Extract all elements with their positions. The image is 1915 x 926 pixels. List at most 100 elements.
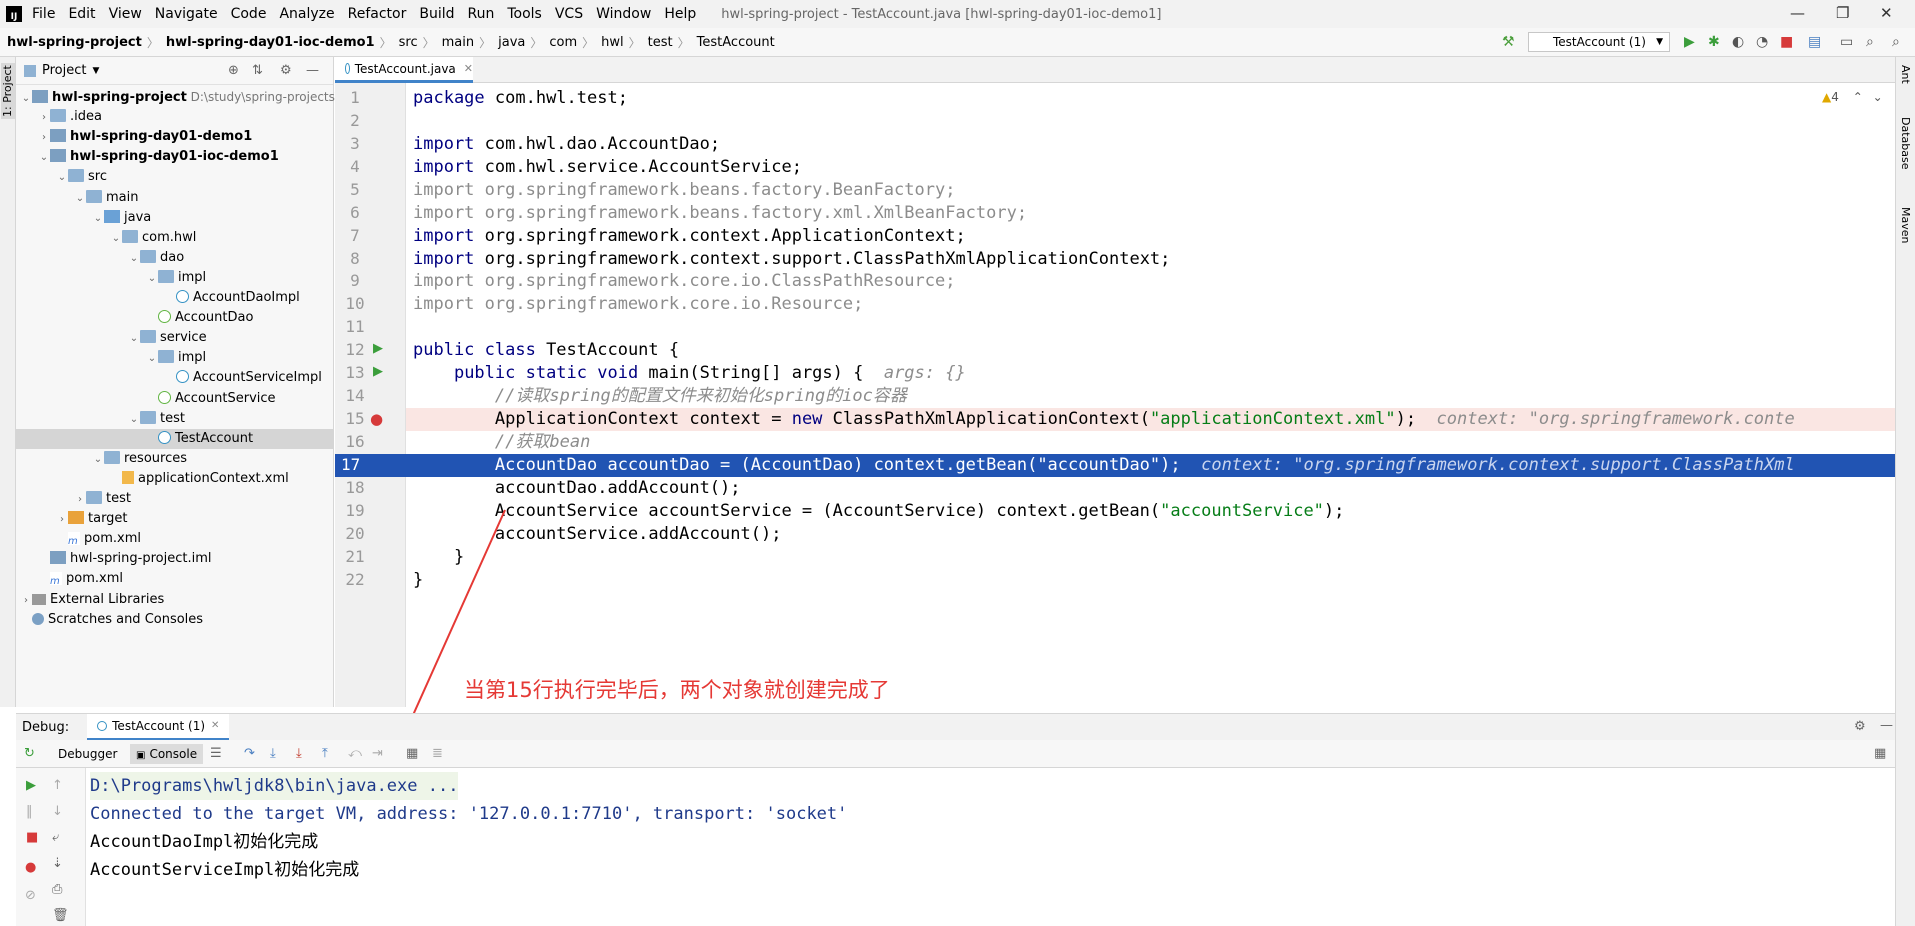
run-config-select[interactable]: TestAccount (1) ▼ [1528, 32, 1670, 52]
code-line[interactable]: import org.springframework.core.io.Resou… [406, 293, 1895, 316]
layout-icon[interactable]: ▦ [1874, 746, 1886, 761]
profile-icon[interactable]: ◔ [1756, 34, 1768, 50]
project-structure-icon[interactable]: ▤ [1808, 34, 1821, 50]
code-line[interactable]: import org.springframework.beans.factory… [406, 179, 1895, 202]
tree-item[interactable]: AccountServiceImpl [16, 368, 334, 388]
code-line[interactable]: accountDao.addAccount(); [406, 477, 1895, 500]
console-output[interactable]: D:\Programs\hwljdk8\bin\java.exe ... Conn… [86, 768, 1895, 926]
menu-item-analyze[interactable]: Analyze [279, 6, 334, 22]
evaluate-icon[interactable]: ▦ [406, 746, 418, 761]
layout-icon[interactable]: ▭ [1840, 34, 1853, 50]
menu-item-code[interactable]: Code [231, 6, 267, 22]
tree-item[interactable]: ⌄ dao [16, 248, 334, 268]
step-out-icon[interactable]: ⤒ [322, 746, 328, 761]
code-line[interactable]: AccountDao accountDao = (AccountDao) con… [406, 453, 1895, 477]
search-everywhere-icon[interactable]: ⌕ [1892, 34, 1900, 50]
breadcrumb-item[interactable]: com [542, 35, 577, 50]
tree-item[interactable]: TestAccount [16, 428, 334, 449]
stop-icon[interactable]: ■ [1780, 34, 1793, 50]
tab-testaccount-java[interactable]: TestAccount.java ✕ [335, 57, 473, 83]
force-step-into-icon[interactable]: ⤓ [296, 746, 302, 761]
run-icon[interactable]: ▶ [1684, 34, 1695, 50]
minimize-icon[interactable]: — [1790, 4, 1805, 22]
tree-item[interactable]: ⌄ resources [16, 449, 334, 469]
tree-item[interactable]: m pom.xml [16, 569, 334, 589]
database-tool-button[interactable]: Database [1899, 117, 1912, 170]
print-icon[interactable]: ⎙ [52, 882, 62, 897]
code-line[interactable]: import com.hwl.dao.AccountDao; [406, 133, 1895, 156]
tree-item[interactable]: ⌄ hwl-spring-project D:\study\spring-proj… [16, 87, 347, 109]
menu-item-refactor[interactable]: Refactor [348, 6, 407, 22]
code-editor[interactable]: package com.hwl.test; import com.hwl.dao.… [406, 83, 1895, 707]
tree-item[interactable]: hwl-spring-project.iml [16, 549, 334, 569]
chevron-down-icon[interactable]: ⌄ [146, 269, 158, 289]
breadcrumb-item[interactable]: src [392, 35, 418, 50]
drop-frame-icon[interactable]: ⤺ [348, 746, 362, 761]
breadcrumb-item[interactable]: TestAccount [690, 35, 775, 50]
locate-icon[interactable]: ⊕ [228, 63, 239, 78]
breadcrumb-item[interactable]: java [491, 35, 525, 50]
up-icon[interactable]: ↑ [52, 778, 63, 793]
code-line[interactable]: import org.springframework.context.suppo… [406, 248, 1895, 271]
chevron-right-icon[interactable]: › [38, 108, 50, 128]
run-to-cursor-icon[interactable]: ⇥ [372, 746, 383, 761]
menu-item-vcs[interactable]: VCS [555, 6, 583, 22]
chevron-down-icon[interactable]: ⌄ [146, 349, 158, 369]
menu-item-edit[interactable]: Edit [68, 6, 95, 22]
debug-icon[interactable]: ✱ [1708, 34, 1720, 50]
tree-item[interactable]: AccountService [16, 389, 334, 409]
breadcrumb-item[interactable]: hwl-spring-project [0, 35, 142, 50]
chevron-right-icon[interactable]: › [56, 510, 68, 530]
stop-icon[interactable]: ■ [26, 830, 38, 845]
trace-icon[interactable]: ≣ [432, 746, 443, 761]
tree-item[interactable]: ⌄ impl [16, 348, 334, 368]
maximize-icon[interactable]: ❐ [1836, 4, 1849, 22]
clear-icon[interactable]: 🗑 [52, 908, 69, 923]
menu-item-tools[interactable]: Tools [507, 6, 542, 22]
menu-item-file[interactable]: File [32, 6, 55, 22]
step-into-icon[interactable]: ⤓ [270, 746, 276, 761]
code-line[interactable]: //读取spring的配置文件来初始化spring的ioc容器 [406, 385, 1895, 408]
tab-debugger[interactable]: Debugger [52, 744, 123, 764]
chevron-down-icon[interactable]: ⌄ [92, 450, 104, 470]
chevron-down-icon[interactable]: ⌄ [56, 168, 68, 188]
run-gutter-icon[interactable]: ▶ [373, 341, 383, 356]
tree-item[interactable]: AccountDao [16, 308, 334, 328]
project-panel-title[interactable]: Project [42, 63, 86, 78]
resume-icon[interactable]: ▶ [26, 778, 36, 793]
pause-icon[interactable]: ‖ [26, 804, 33, 819]
menu-item-help[interactable]: Help [664, 6, 696, 22]
tree-item[interactable]: › target [16, 509, 334, 529]
tree-item[interactable]: ⌄ main [16, 188, 334, 208]
tree-item[interactable]: › .idea [16, 107, 334, 127]
tree-item[interactable]: ⌄ com.hwl [16, 228, 334, 248]
build-hammer-icon[interactable]: ⚒ [1502, 34, 1515, 50]
close-icon[interactable]: ✕ [1880, 4, 1893, 22]
code-line[interactable]: AccountService accountService = (Account… [406, 500, 1895, 523]
breadcrumb-item[interactable]: hwl-spring-day01-ioc-demo1 [159, 35, 375, 50]
scroll-to-end-icon[interactable]: ⇣ [52, 856, 63, 871]
menu-item-build[interactable]: Build [419, 6, 454, 22]
chevron-down-icon[interactable]: ▼ [92, 66, 99, 76]
chevron-right-icon[interactable]: › [20, 591, 32, 611]
code-line[interactable]: ApplicationContext context = new ClassPa… [406, 408, 1895, 431]
code-line[interactable]: public class TestAccount { [406, 339, 1895, 362]
chevron-down-icon[interactable]: ⌄ [38, 148, 50, 168]
soft-wrap-icon[interactable]: ⤶ [52, 830, 59, 845]
hide-icon[interactable]: — [306, 63, 319, 78]
chevron-down-icon[interactable]: ⌄ [128, 410, 140, 430]
down-icon[interactable]: ↓ [52, 804, 63, 819]
tab-debug-session[interactable]: TestAccount (1) ✕ [87, 713, 230, 741]
chevron-down-icon[interactable]: ⌄ [20, 89, 32, 109]
tree-item[interactable]: › External Libraries [16, 590, 334, 610]
menu-icon[interactable]: ☰ [210, 746, 222, 761]
tree-item[interactable]: Scratches and Consoles [16, 610, 334, 630]
tree-item[interactable]: ⌄ test [16, 409, 334, 429]
close-tab-icon[interactable]: ✕ [211, 720, 219, 731]
run-gutter-icon[interactable]: ▶ [373, 364, 383, 379]
code-line[interactable]: } [406, 546, 1895, 569]
close-tab-icon[interactable]: ✕ [464, 62, 473, 75]
chevron-down-icon[interactable]: ⌄ [128, 249, 140, 269]
tree-item[interactable]: ⌄ hwl-spring-day01-ioc-demo1 [16, 147, 334, 167]
breakpoint-icon[interactable]: ● [370, 410, 383, 428]
